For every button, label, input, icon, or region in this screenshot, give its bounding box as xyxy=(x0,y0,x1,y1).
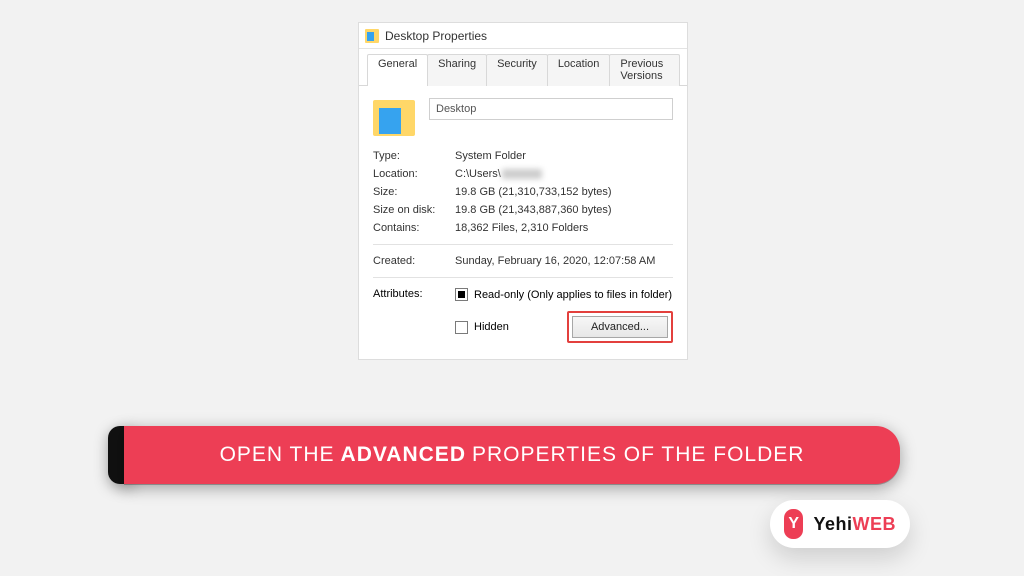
value-contains: 18,362 Files, 2,310 Folders xyxy=(455,222,673,234)
window-title: Desktop Properties xyxy=(385,29,487,43)
folder-large-icon xyxy=(373,100,415,136)
value-type: System Folder xyxy=(455,150,673,162)
banner-text-post: PROPERTIES OF THE FOLDER xyxy=(472,443,804,467)
label-contains: Contains: xyxy=(373,222,451,234)
highlight-advanced: Advanced... xyxy=(567,311,673,343)
brand-mark-icon: Y xyxy=(784,509,803,539)
tab-location[interactable]: Location xyxy=(547,54,611,86)
tab-security[interactable]: Security xyxy=(486,54,548,86)
redacted-username xyxy=(502,169,542,179)
brand-badge: Y YehiWEB xyxy=(770,500,910,548)
label-size: Size: xyxy=(373,186,451,198)
divider xyxy=(373,277,673,278)
label-readonly: Read-only (Only applies to files in fold… xyxy=(474,289,672,301)
value-created: Sunday, February 16, 2020, 12:07:58 AM xyxy=(455,255,673,267)
banner-text-pre: OPEN THE xyxy=(220,443,335,467)
tab-pane-general: Type: System Folder Location: C:\Users\ … xyxy=(359,86,687,359)
label-created: Created: xyxy=(373,255,451,267)
brand-text: YehiWEB xyxy=(813,514,896,535)
banner-text-bold: ADVANCED xyxy=(341,443,466,467)
titlebar[interactable]: Desktop Properties xyxy=(359,23,687,49)
instruction-banner: OPEN THE ADVANCED PROPERTIES OF THE FOLD… xyxy=(124,426,900,484)
tab-previous-versions[interactable]: Previous Versions xyxy=(609,54,680,86)
properties-window: Desktop Properties General Sharing Secur… xyxy=(358,22,688,360)
folder-name-input[interactable] xyxy=(429,98,673,120)
tab-sharing[interactable]: Sharing xyxy=(427,54,487,86)
divider xyxy=(373,244,673,245)
value-location: C:\Users\ xyxy=(455,168,673,180)
value-size: 19.8 GB (21,310,733,152 bytes) xyxy=(455,186,673,198)
label-type: Type: xyxy=(373,150,451,162)
tab-strip: General Sharing Security Location Previo… xyxy=(359,49,687,86)
folder-icon xyxy=(365,29,379,43)
label-size-on-disk: Size on disk: xyxy=(373,204,451,216)
label-hidden: Hidden xyxy=(474,321,509,333)
checkbox-readonly[interactable] xyxy=(455,288,468,301)
value-size-on-disk: 19.8 GB (21,343,887,360 bytes) xyxy=(455,204,673,216)
label-attributes: Attributes: xyxy=(373,288,451,300)
tab-general[interactable]: General xyxy=(367,54,428,86)
checkbox-hidden[interactable] xyxy=(455,321,468,334)
label-location: Location: xyxy=(373,168,451,180)
advanced-button[interactable]: Advanced... xyxy=(572,316,668,338)
